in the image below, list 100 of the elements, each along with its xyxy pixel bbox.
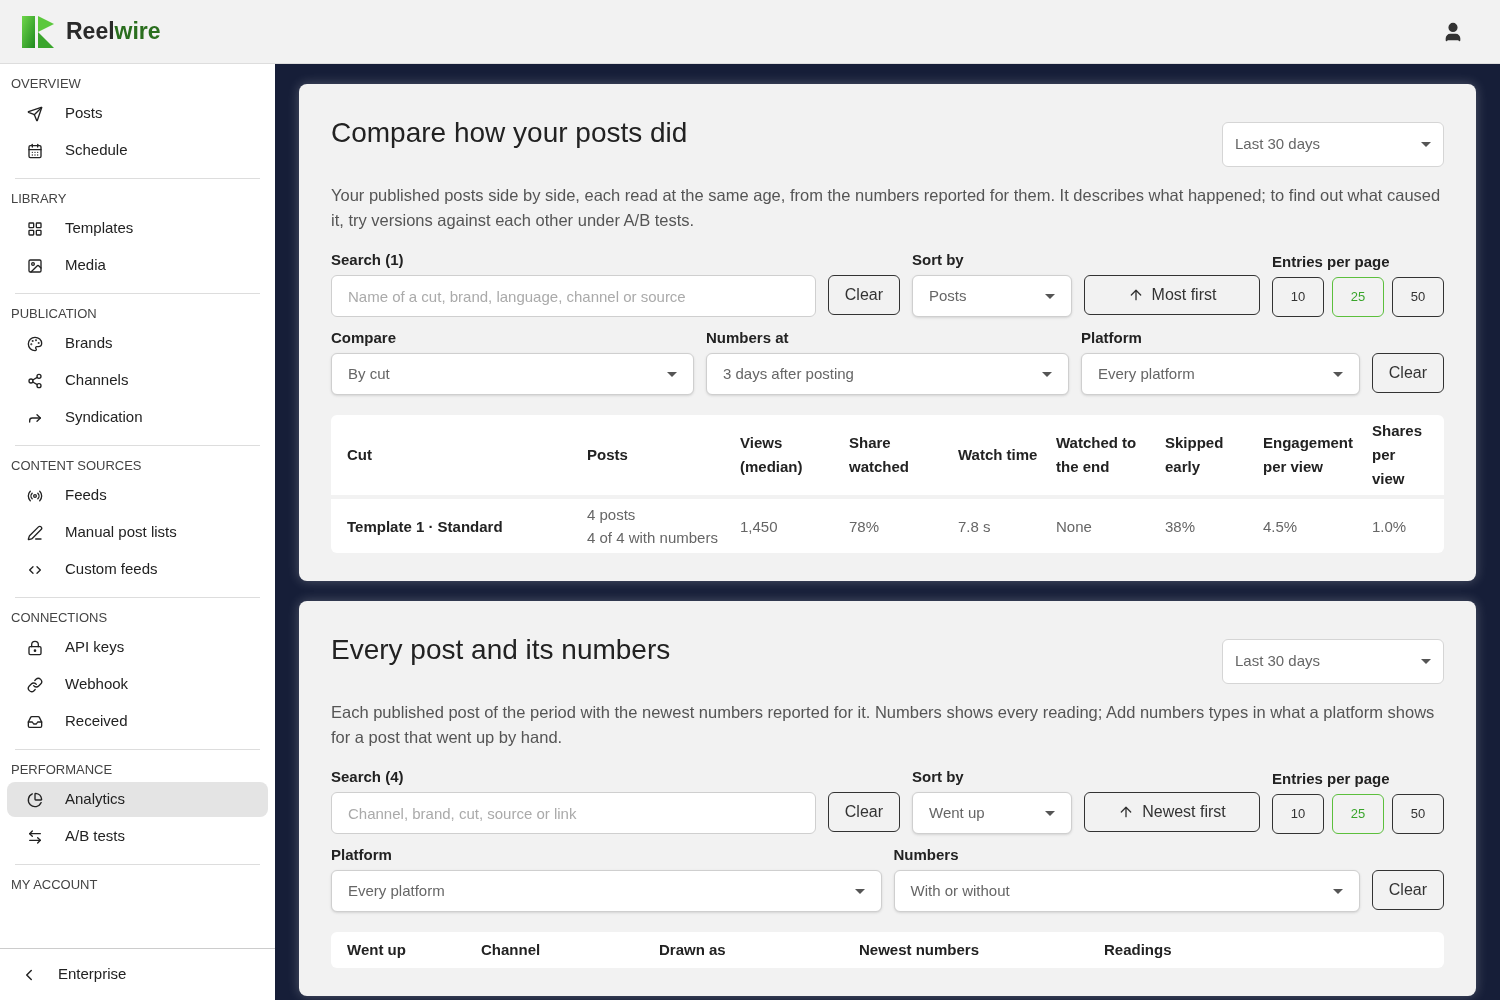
- filter-select[interactable]: 3 days after posting: [706, 353, 1069, 395]
- dropdown-caret-icon: [1332, 371, 1343, 377]
- clear-button[interactable]: Clear: [1371, 353, 1444, 393]
- search-field[interactable]: Channel, brand, cut, source or link: [331, 792, 816, 834]
- nav-item[interactable]: Channels: [7, 363, 268, 398]
- column-header: Watch time: [958, 445, 1039, 465]
- logo-icon: [22, 15, 54, 48]
- section-heading: PERFORMANCE: [11, 761, 114, 779]
- dropdown-caret-icon: [1045, 293, 1055, 299]
- pen-icon: [27, 524, 43, 541]
- nav-item[interactable]: Syndication: [7, 400, 268, 435]
- sort-select[interactable]: Posts: [912, 275, 1072, 317]
- card-description: Each published post of the period with the newest numbers reported for it. Numbers shows every reading; Add numbers types in what a platform shows for a post that went up by hand.: [331, 702, 1436, 748]
- section-heading: LIBRARY: [11, 190, 68, 208]
- pie-chart-icon: [27, 791, 43, 808]
- clear-button[interactable]: Clear: [827, 275, 900, 315]
- filter-label: Numbers: [893, 845, 960, 865]
- section-heading: PUBLICATION: [11, 305, 98, 323]
- card-title: Compare how your posts did: [331, 116, 688, 150]
- table-cell-text: 1.0%: [1372, 516, 1408, 537]
- column-header: Went up: [347, 940, 407, 960]
- dropdown-caret-icon: [1042, 371, 1052, 377]
- filter-label: Entries per page: [1272, 769, 1391, 789]
- calendar-icon: [27, 142, 43, 159]
- dropdown-caret-icon: [1045, 810, 1055, 816]
- share-icon: [27, 372, 43, 389]
- period-select[interactable]: Last 30 days: [1222, 122, 1444, 167]
- nav-item[interactable]: Analytics: [7, 782, 268, 817]
- page-size-button[interactable]: 50: [1392, 277, 1444, 317]
- inbox-icon: [27, 713, 43, 730]
- filter-label: Compare: [331, 328, 398, 348]
- search-field[interactable]: Name of a cut, brand, language, channel or source: [331, 275, 816, 317]
- nav-item[interactable]: Webhook: [7, 667, 268, 702]
- nav-item[interactable]: A/B tests: [7, 819, 268, 854]
- sort-order-button[interactable]: Newest first: [1084, 792, 1260, 832]
- filter-label: Search (1): [331, 250, 405, 270]
- period-select[interactable]: Last 30 days: [1222, 639, 1444, 684]
- nav-item[interactable]: Received: [7, 704, 268, 739]
- nav-item[interactable]: Media: [7, 248, 268, 283]
- filter-select[interactable]: By cut: [331, 353, 694, 395]
- column-header: Engagement per view: [1263, 433, 1354, 477]
- page-size-button[interactable]: 10: [1272, 794, 1324, 834]
- card-description: Your published posts side by side, each read at the same age, from the numbers reported for them. It describes what happened; to find out what caused it, try versions against each other under A/B tests.: [331, 185, 1442, 231]
- page-size-button[interactable]: 50: [1392, 794, 1444, 834]
- filter-label: Numbers at: [706, 328, 790, 348]
- send-icon: [27, 105, 43, 122]
- filter-label: Sort by: [912, 767, 965, 787]
- nav-item[interactable]: Schedule: [7, 133, 268, 168]
- column-header: Drawn as: [659, 940, 727, 960]
- column-header: Readings: [1104, 940, 1173, 960]
- filter-select[interactable]: With or without: [893, 870, 1360, 912]
- section-heading: CONNECTIONS: [11, 609, 109, 627]
- filter-label: Entries per page: [1272, 252, 1391, 272]
- lock-icon: [27, 639, 43, 656]
- table-cell-text: 7.8 s: [958, 516, 992, 537]
- column-header: Share watched: [849, 433, 910, 477]
- clear-button[interactable]: Clear: [827, 792, 900, 832]
- nav-item[interactable]: Custom feeds: [7, 552, 268, 587]
- column-header: Shares per view: [1372, 421, 1424, 489]
- dropdown-caret-icon: [1421, 142, 1431, 147]
- clear-button[interactable]: Clear: [1371, 870, 1444, 910]
- section-heading: OVERVIEW: [11, 75, 82, 93]
- nav-item[interactable]: Templates: [7, 211, 268, 246]
- nav-item[interactable]: Manual post lists: [7, 515, 268, 550]
- column-header: Skipped early: [1165, 433, 1225, 477]
- dropdown-caret-icon: [667, 371, 677, 377]
- nav-item[interactable]: Feeds: [7, 478, 268, 513]
- column-header: Views (median): [740, 433, 804, 477]
- filter-select[interactable]: Every platform: [1081, 353, 1360, 395]
- sort-select[interactable]: Went up: [912, 792, 1072, 834]
- dropdown-caret-icon: [1421, 659, 1431, 664]
- card-title: Every post and its numbers: [331, 633, 671, 667]
- filter-label: Platform: [331, 845, 393, 865]
- filter-select[interactable]: Every platform: [331, 870, 882, 912]
- link-icon: [27, 676, 43, 693]
- table-cell-text: 38%: [1165, 516, 1197, 537]
- dropdown-caret-icon: [1332, 888, 1343, 894]
- nav-item[interactable]: API keys: [7, 630, 268, 665]
- grid-icon: [27, 220, 43, 237]
- page-size-button[interactable]: 10: [1272, 277, 1324, 317]
- section-heading: MY ACCOUNT: [11, 876, 99, 894]
- table-cell-text: Template 1 · Standard: [347, 516, 504, 537]
- section-heading: CONTENT SOURCES: [11, 457, 143, 475]
- brand-name: Reelwire: [66, 17, 161, 47]
- dropdown-caret-icon: [854, 888, 865, 894]
- filter-label: Platform: [1081, 328, 1143, 348]
- table-cell-text: 78%: [849, 516, 881, 537]
- filter-label: Sort by: [912, 250, 965, 270]
- table-cell-text: None: [1056, 516, 1093, 537]
- nav-item[interactable]: Brands: [7, 326, 268, 361]
- column-header: Channel: [481, 940, 542, 960]
- sort-order-button[interactable]: Most first: [1084, 275, 1260, 315]
- table-cell-text: 4 posts 4 of 4 with numbers: [587, 505, 719, 548]
- nav-item[interactable]: Posts: [7, 96, 268, 131]
- palette-icon: [27, 335, 43, 352]
- table-cell-text: 1,450: [740, 516, 779, 537]
- column-header: Watched to the end: [1056, 433, 1138, 477]
- filter-label: Search (4): [331, 767, 405, 787]
- swap-arrows-icon: [27, 828, 43, 845]
- enterprise-link[interactable]: Enterprise: [20, 963, 127, 986]
